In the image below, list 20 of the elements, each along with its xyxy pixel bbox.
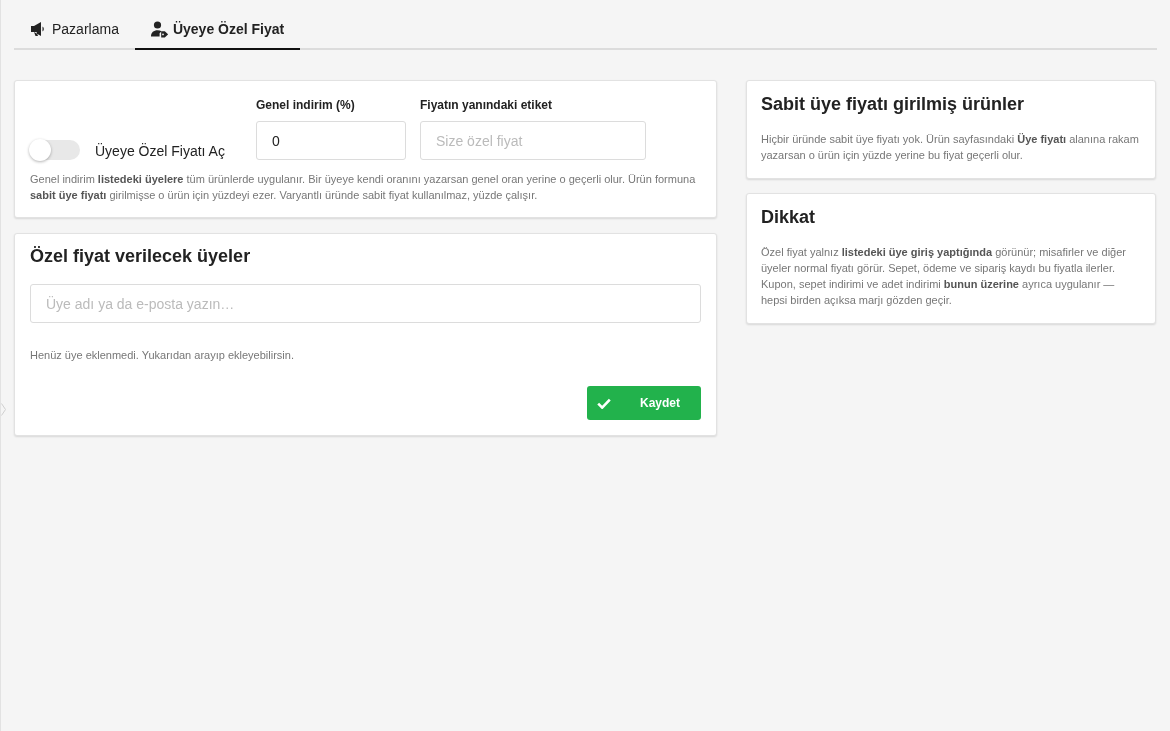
empty-text: Henüz üye eklenmedi. Yukarıdan arayıp ekleyebilirsin.	[30, 348, 295, 362]
field-label: Fiyatın yanındaki etiket	[420, 97, 554, 113]
info-text: Özel fiyat yalnız listedeki üye giriş yaptığında görünür; misafirler ve diğer üyeler normal fiyatı görür. Sepet, ödeme ve sipariş kaydı bu fiyatla ilerler. Kupon, sepet indirimi ve adet indirimi bunun üzerine ayrıca uygulanır — hepsi birden açıksa marjı gözden geçir.	[761, 245, 1127, 308]
card-title: Dikkat	[761, 206, 817, 229]
megaphone-icon	[30, 20, 47, 38]
tab[interactable]: Üyeye Özel Fiyat	[134, 10, 301, 50]
input-field[interactable]: 0	[256, 121, 406, 160]
info-text: Hiçbir üründe sabit üye fiyatı yok. Ürün sayfasındaki Üye fiyatı alanına rakam yazarsan o ürün için yüzde yerine bu fiyat geçerli olur.	[761, 132, 1140, 163]
input-field[interactable]: Size özel fiyat	[420, 121, 646, 160]
help-text: Genel indirim listedeki üyelere tüm ürünlerde uygulanır. Bir üyeye kendi oranını yazarsan genel oran yerine o geçerli olur. Ürün formuna sabit üye fiyatı girilmişse o ürün için yüzdeyi ezer. Varyantlı üründe sabit fiyat kullanılmaz, yüzde çalışır.	[30, 172, 697, 203]
toggle-label: Üyeye Özel Fiyatı Aç	[95, 142, 225, 159]
chevron-icon	[1, 403, 6, 416]
check-icon	[597, 397, 611, 409]
tab[interactable]: Pazarlama	[14, 10, 135, 50]
card-title: Özel fiyat verilecek üyeler	[30, 245, 252, 268]
card-title: Sabit üye fiyatı girilmiş ürünler	[761, 93, 1026, 116]
search-field[interactable]: Üye adı ya da e-posta yazın…	[30, 284, 701, 323]
field-label: Genel indirim (%)	[256, 97, 356, 113]
user-tag-icon	[150, 20, 168, 38]
toggle-switch[interactable]	[30, 140, 80, 160]
